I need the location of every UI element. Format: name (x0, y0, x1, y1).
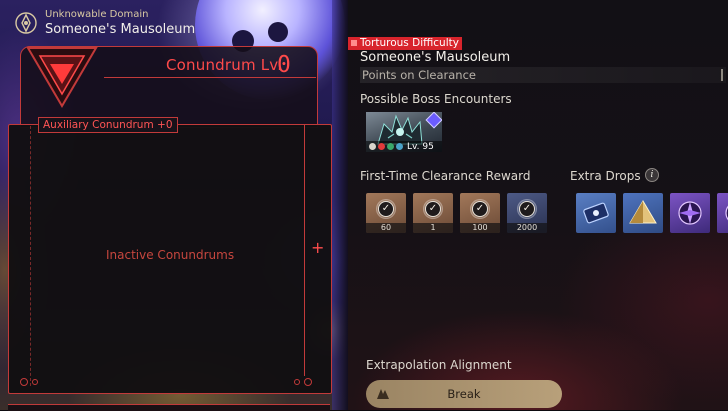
conundrum-emblem-icon (26, 47, 98, 108)
claimed-check-icon: ✓ (519, 201, 535, 217)
extra-drop-item[interactable] (717, 193, 728, 233)
extrapolation-alignment-heading: Extrapolation Alignment (366, 358, 512, 372)
auxiliary-dashed-line (30, 126, 31, 386)
reward-quantity: 100 (460, 223, 500, 233)
claimed-check-icon: ✓ (472, 201, 488, 217)
break-button[interactable]: Break (366, 380, 562, 408)
auxiliary-panel-footer (14, 376, 320, 390)
footer-dot-icon (304, 378, 312, 386)
footer-dot-icon (32, 379, 38, 385)
moon-eye-right (268, 22, 288, 42)
boss-card-footer: Lv. 95 (366, 141, 442, 152)
boss-type-badge-icon (425, 112, 442, 129)
purple-crystal-icon (725, 205, 728, 221)
extra-drops-heading: Extra Drops (570, 169, 641, 183)
points-scroll-mark (721, 69, 723, 81)
boss-encounters-heading: Possible Boss Encounters (360, 92, 512, 106)
golden-pyramid-icon (629, 200, 657, 224)
points-on-clearance-row[interactable]: Points on Clearance (360, 67, 726, 83)
purple-crystal-icon (678, 201, 702, 225)
boss-weakness-icon (369, 143, 376, 150)
extra-drop-item[interactable] (623, 193, 663, 233)
stage-title: Someone's Mausoleum (360, 50, 511, 65)
extra-drop-item[interactable] (670, 193, 710, 233)
domain-label: Unknowable Domain (45, 9, 149, 20)
first-clearance-reward-heading: First-Time Clearance Reward (360, 169, 531, 183)
reward-quantity: 60 (366, 223, 406, 233)
claimed-check-icon: ✓ (378, 201, 394, 217)
info-icon[interactable]: i (645, 168, 659, 182)
auxiliary-conundrum-tag: Auxiliary Conundrum +0 (38, 117, 178, 133)
scene-edge-shade (332, 0, 348, 410)
footer-dot-icon (20, 378, 28, 386)
reward-item[interactable]: ✓ 100 (460, 193, 500, 233)
reward-item[interactable]: ✓ 2000 (507, 193, 547, 233)
stage-info-panel: Torturous Difficulty Someone's Mausoleum… (348, 0, 728, 410)
break-button-label: Break (447, 387, 481, 401)
boss-encounter-card[interactable]: Lv. 95 (366, 112, 442, 152)
conundrum-level-label: Conundrum Lv. (166, 56, 283, 74)
domain-emblem-icon (15, 12, 37, 34)
reward-item[interactable]: ✓ 1 (413, 193, 453, 233)
boss-weakness-icon (387, 143, 394, 150)
claimed-check-icon: ✓ (425, 201, 441, 217)
auxiliary-side-divider (304, 124, 305, 376)
boss-level: Lv. 95 (407, 142, 434, 152)
footer-dot-icon (294, 379, 300, 385)
blue-ticket-icon (583, 202, 609, 224)
boss-weakness-icon (396, 143, 403, 150)
inactive-conundrums-label: Inactive Conundrums (106, 248, 235, 262)
domain-title: Someone's Mausoleum (45, 22, 196, 37)
reward-item[interactable]: ✓ 60 (366, 193, 406, 233)
difficulty-badge: Torturous Difficulty (348, 37, 462, 50)
add-conundrum-button[interactable]: + (311, 238, 324, 257)
boss-weakness-icon (378, 143, 385, 150)
reward-quantity: 1 (413, 223, 453, 233)
reward-quantity: 2000 (507, 223, 547, 233)
conundrum-level-underline (104, 77, 316, 78)
conundrum-level-value: 0 (277, 52, 291, 78)
points-on-clearance-label: Points on Clearance (362, 68, 476, 82)
extra-drop-item[interactable] (576, 193, 616, 233)
